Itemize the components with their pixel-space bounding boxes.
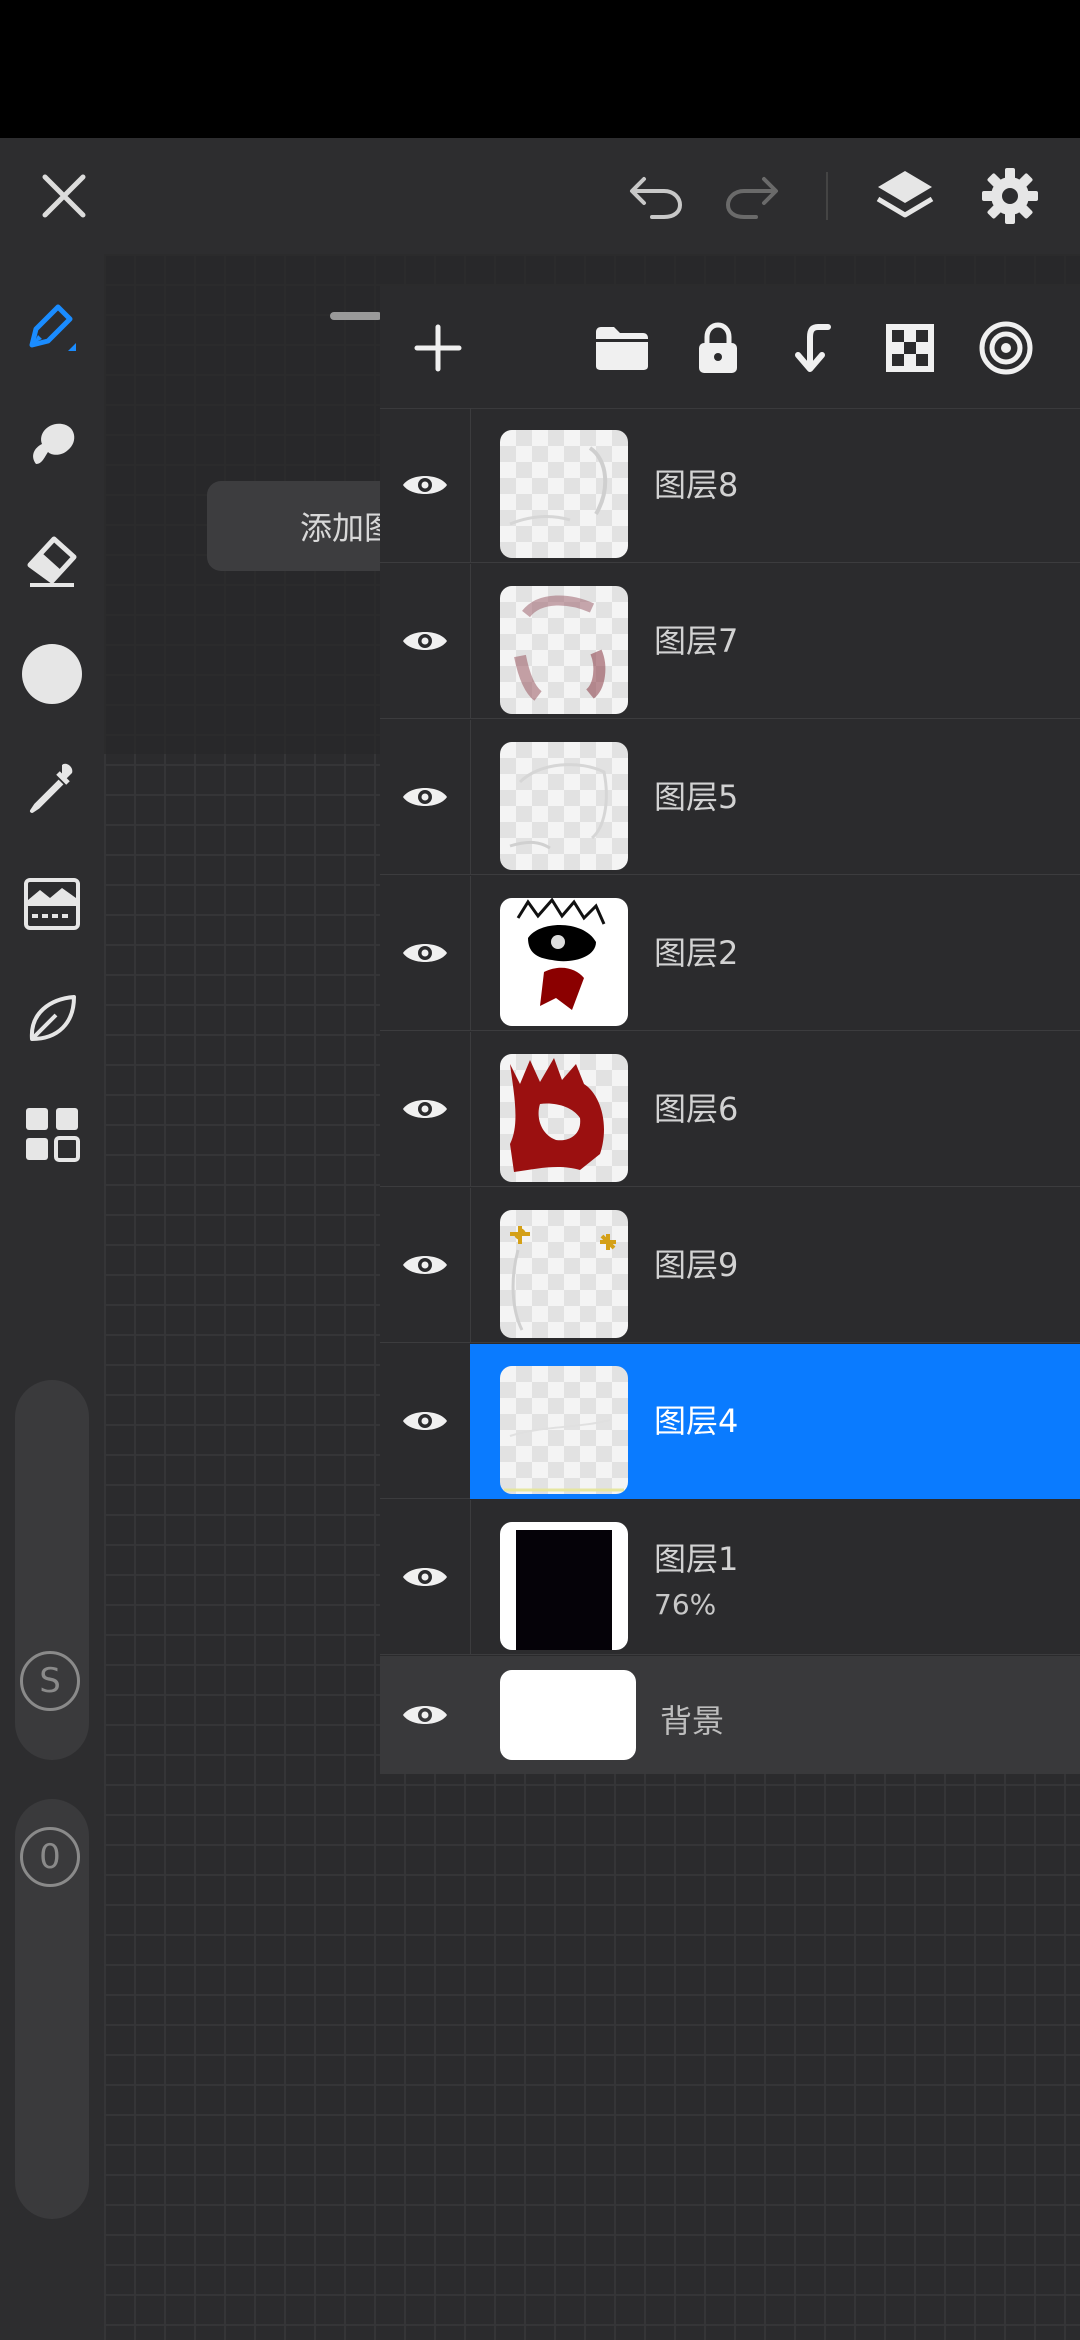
lock-icon[interactable]: [686, 316, 750, 380]
eye-icon: [403, 632, 447, 650]
eye-icon: [403, 788, 447, 806]
layer-row[interactable]: 图层6: [380, 1032, 1080, 1187]
layer-name: 图层4: [654, 1402, 739, 1440]
eraser-icon[interactable]: [17, 524, 87, 594]
adjust-icon[interactable]: [17, 869, 87, 939]
layer-thumbnail: [500, 1054, 628, 1182]
layer-row[interactable]: 图层9: [380, 1188, 1080, 1343]
layer-opacity: 76%: [654, 1588, 717, 1621]
visibility-toggle[interactable]: [380, 876, 471, 1030]
top-bar: [0, 138, 1080, 254]
folder-icon[interactable]: [590, 316, 654, 380]
thumbnail-fill: [516, 1530, 612, 1650]
visibility-toggle[interactable]: [380, 1032, 471, 1186]
leaf-icon[interactable]: [17, 984, 87, 1054]
merge-down-icon[interactable]: [782, 316, 846, 380]
color-dot-icon[interactable]: [17, 639, 87, 709]
eye-icon: [403, 1706, 447, 1724]
layer-name: 图层2: [654, 934, 739, 972]
layer-name: 图层7: [654, 622, 739, 660]
layer-name: 图层6: [654, 1090, 739, 1128]
smudge-icon[interactable]: [17, 409, 87, 479]
panel-handle[interactable]: [330, 312, 382, 320]
layer-row[interactable]: 图层2: [380, 876, 1080, 1031]
layers-panel-toolbar: [380, 286, 1080, 409]
redo-icon[interactable]: [716, 160, 788, 232]
eye-icon: [403, 944, 447, 962]
layer-row-selected[interactable]: 图层4: [380, 1344, 1080, 1499]
layer-thumbnail: [500, 1522, 628, 1650]
grid-icon[interactable]: [17, 1099, 87, 1169]
layer-row[interactable]: 图层5: [380, 720, 1080, 875]
layer-thumbnail: [500, 1366, 628, 1494]
layer-thumbnail: [500, 1210, 628, 1338]
background-layer-name: 背景: [660, 1702, 725, 1740]
layer-row[interactable]: 图层7: [380, 564, 1080, 719]
add-icon[interactable]: [406, 316, 470, 380]
brush-size-button[interactable]: S: [20, 1651, 80, 1711]
visibility-toggle[interactable]: [380, 720, 471, 874]
opacity-button[interactable]: 0: [20, 1827, 80, 1887]
visibility-toggle[interactable]: [380, 564, 471, 718]
layer-name: 图层9: [654, 1246, 739, 1284]
eye-icon: [403, 476, 447, 494]
layer-name: 图层1: [654, 1540, 739, 1578]
status-bar: [0, 0, 1080, 138]
checker-icon[interactable]: [878, 316, 942, 380]
layer-row[interactable]: 图层8: [380, 408, 1080, 563]
eye-icon: [403, 1100, 447, 1118]
background-layer-row[interactable]: 背景: [380, 1656, 1080, 1774]
pen-icon[interactable]: [17, 294, 87, 364]
visibility-toggle[interactable]: [380, 1656, 470, 1774]
eyedropper-icon[interactable]: [17, 754, 87, 824]
layer-thumbnail: [500, 430, 628, 558]
layers-panel: 图层8 图层7 图层5 图层2 图层6 图层9 图层4 图层1 76% 背景: [380, 286, 1080, 1774]
layer-thumbnail: [500, 586, 628, 714]
toolbar-divider: [826, 172, 828, 220]
visibility-toggle[interactable]: [380, 1500, 471, 1654]
visibility-toggle[interactable]: [380, 408, 471, 562]
left-toolbar: S 0: [0, 254, 104, 2340]
gear-icon[interactable]: [972, 158, 1048, 234]
eye-icon: [403, 1412, 447, 1430]
undo-icon[interactable]: [620, 160, 692, 232]
visibility-toggle[interactable]: [380, 1344, 471, 1498]
layer-name: 图层8: [654, 466, 739, 504]
layers-icon[interactable]: [866, 158, 944, 234]
opacity-label: 0: [39, 1837, 61, 1877]
visibility-toggle[interactable]: [380, 1188, 471, 1342]
layer-row[interactable]: 图层1 76%: [380, 1500, 1080, 1655]
brush-size-label: S: [39, 1661, 61, 1701]
layer-thumbnail: [500, 898, 628, 1026]
close-icon[interactable]: [28, 160, 100, 232]
eye-icon: [403, 1568, 447, 1586]
target-icon[interactable]: [974, 316, 1038, 380]
eye-icon: [403, 1256, 447, 1274]
layer-name: 图层5: [654, 778, 739, 816]
background-thumbnail: [500, 1670, 636, 1760]
layer-thumbnail: [500, 742, 628, 870]
